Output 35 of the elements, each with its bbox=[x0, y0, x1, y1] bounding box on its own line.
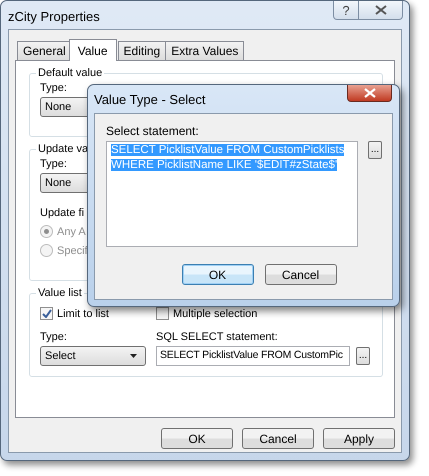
tab[interactable]: General bbox=[17, 41, 72, 60]
dialog-button[interactable]: OK bbox=[161, 428, 233, 449]
close-icon bbox=[364, 88, 376, 98]
sql-input-field[interactable]: SELECT PicklistValue FROM CustomPic bbox=[156, 346, 350, 366]
tab[interactable]: Extra Values bbox=[165, 41, 244, 60]
dialog-title: Value Type - Select bbox=[94, 92, 206, 107]
caret-icon bbox=[130, 354, 137, 358]
radio-label: Any A bbox=[57, 226, 86, 238]
close-icon bbox=[374, 5, 386, 15]
checkbox-label: Multiple selection bbox=[173, 308, 258, 320]
tab[interactable]: Value bbox=[68, 39, 117, 61]
help-button[interactable]: ? bbox=[333, 1, 359, 20]
field-label: Select statement: bbox=[106, 124, 200, 138]
close-button[interactable] bbox=[359, 1, 403, 20]
dialog-button[interactable]: Cancel bbox=[264, 264, 336, 285]
close-button[interactable] bbox=[347, 85, 392, 102]
dialog-button[interactable]: Apply bbox=[323, 428, 395, 449]
browse-button[interactable]: ... bbox=[356, 347, 370, 365]
field-label: Type: bbox=[40, 158, 67, 170]
field-label: Type: bbox=[40, 331, 67, 343]
dialog-button[interactable]: Cancel bbox=[242, 428, 314, 449]
field-label: Type: bbox=[40, 82, 67, 94]
radio-label: Specif bbox=[57, 244, 88, 256]
checkbox-label: Limit to list bbox=[57, 308, 109, 320]
field-label: SQL SELECT statement: bbox=[156, 331, 278, 343]
dialog-button[interactable]: OK bbox=[182, 264, 254, 285]
group-title: Value list bbox=[37, 287, 83, 299]
tab[interactable]: Editing bbox=[118, 41, 166, 60]
browse-button[interactable]: ... bbox=[368, 141, 382, 159]
dropdown[interactable]: Select bbox=[40, 346, 146, 366]
window-title: zCity Properties bbox=[8, 9, 100, 24]
group-title: Default value bbox=[37, 67, 104, 79]
field-label: Update fi bbox=[40, 207, 84, 219]
checkbox[interactable] bbox=[156, 307, 169, 320]
checkbox[interactable] bbox=[40, 307, 53, 320]
